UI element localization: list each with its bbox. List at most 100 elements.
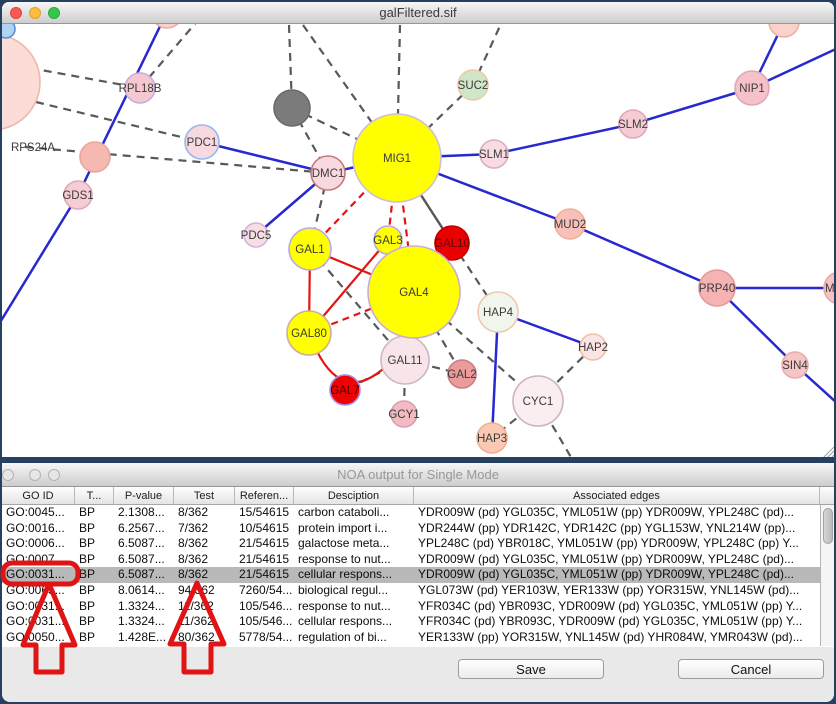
cell-reference: 7260/54... xyxy=(235,583,294,599)
column-header-desciption[interactable]: Desciption xyxy=(294,487,414,504)
cell-associated-edges: YDR009W (pd) YGL035C, YML051W (pp) YDR00… xyxy=(414,505,820,521)
network-node-PDC1: PDC1 xyxy=(185,125,219,159)
network-edge[interactable] xyxy=(633,88,752,124)
network-node-circle[interactable] xyxy=(80,142,110,172)
column-header-associated-edges[interactable]: Associated edges xyxy=(414,487,820,504)
column-header-p-value[interactable]: P-value xyxy=(114,487,174,504)
results-table: GO IDT...P-valueTestReferen...Desciption… xyxy=(2,487,834,647)
cell-associated-edges: YPL248C (pd) YBR018C, YML051W (pp) YDR00… xyxy=(414,536,820,552)
network-node-GCY1: GCY1 xyxy=(388,401,419,427)
network-node-circle[interactable] xyxy=(2,34,40,130)
noa-window-titlebar[interactable]: NOA output for Single Mode xyxy=(2,463,834,487)
table-row[interactable]: GO:0045...BP2.1308...8/36215/54615carbon… xyxy=(2,505,820,521)
network-node-label: GAL7 xyxy=(330,385,359,397)
screen: galFiltered.sif RPL18BRPS24AGDS1PDC1DMC1… xyxy=(0,0,836,704)
cell-go-id: GO:0016... xyxy=(2,521,75,537)
table-row[interactable]: GO:0016...BP6.2567...7/36210/54615protei… xyxy=(2,521,820,537)
cell-associated-edges: YFR034C (pd) YBR093C, YDR009W (pd) YGL03… xyxy=(414,614,820,630)
network-node-circle[interactable] xyxy=(274,90,310,126)
column-header-t-[interactable]: T... xyxy=(75,487,114,504)
network-node-label: HAP3 xyxy=(477,433,507,445)
column-header-referen-[interactable]: Referen... xyxy=(235,487,294,504)
network-node-label: NIP1 xyxy=(739,83,765,95)
network-node-MUD2: MUD2 xyxy=(554,209,587,239)
table-scrollbar-thumb[interactable] xyxy=(823,508,833,544)
cell-p-value: 1.3324... xyxy=(114,599,174,615)
cancel-button[interactable]: Cancel xyxy=(678,659,824,679)
cell-type: BP xyxy=(75,521,114,537)
network-node-MIG1: MIG1 xyxy=(353,114,441,202)
network-node-unlabeled-gray xyxy=(274,90,310,126)
cell-test: 11/362 xyxy=(174,599,235,615)
network-node-GAL2: GAL2 xyxy=(447,360,476,388)
network-node-DMC1: DMC1 xyxy=(311,156,345,190)
cell-reference: 21/54615 xyxy=(235,536,294,552)
cell-type: BP xyxy=(75,630,114,646)
network-node-PRP40: PRP40 xyxy=(699,270,735,306)
network-node-HAP4: HAP4 xyxy=(478,292,518,332)
network-node-SLM1: SLM1 xyxy=(479,140,509,168)
network-edge[interactable] xyxy=(2,195,78,342)
save-button[interactable]: Save xyxy=(458,659,604,679)
column-header-test[interactable]: Test xyxy=(174,487,235,504)
network-edge[interactable] xyxy=(494,124,633,154)
network-edge[interactable] xyxy=(25,147,328,173)
table-row[interactable]: GO:0031...BP1.3324...11/362105/546...res… xyxy=(2,599,820,615)
noa-window-title: NOA output for Single Mode xyxy=(2,463,834,486)
cell-description: cellular respons... xyxy=(294,567,414,583)
cell-reference: 15/54615 xyxy=(235,505,294,521)
table-row[interactable]: GO:0050...BP1.428E...80/3625778/54...reg… xyxy=(2,630,820,646)
cell-p-value: 6.5087... xyxy=(114,567,174,583)
network-node-label: HAP4 xyxy=(483,307,514,319)
cell-go-id: GO:0006... xyxy=(2,536,75,552)
cell-reference: 105/546... xyxy=(235,599,294,615)
table-scrollbar[interactable] xyxy=(820,505,834,646)
cell-test: 94/362 xyxy=(174,583,235,599)
resize-grip-icon[interactable] xyxy=(823,447,834,457)
table-row[interactable]: GO:0031...BP6.5087...8/36221/54615cellul… xyxy=(2,567,820,583)
cell-associated-edges: YFR034C (pd) YBR093C, YDR009W (pd) YGL03… xyxy=(414,599,820,615)
table-row[interactable]: GO:0007...BP6.5087...8/36221/54615respon… xyxy=(2,552,820,568)
cell-type: BP xyxy=(75,583,114,599)
network-window-title: galFiltered.sif xyxy=(2,2,834,23)
cell-p-value: 8.0614... xyxy=(114,583,174,599)
network-node-label: MSL5 xyxy=(825,283,834,295)
network-node-circle[interactable] xyxy=(2,24,15,38)
column-header-go-id[interactable]: GO ID xyxy=(2,487,75,504)
cell-type: BP xyxy=(75,599,114,615)
cell-p-value: 6.5087... xyxy=(114,536,174,552)
network-edge[interactable] xyxy=(570,224,717,288)
table-row[interactable]: GO:0031...BP1.3324...11/362105/546...cel… xyxy=(2,614,820,630)
network-canvas[interactable]: RPL18BRPS24AGDS1PDC1DMC1MIG1SLM1SLM2NIP1… xyxy=(2,24,834,457)
cell-test: 80/362 xyxy=(174,630,235,646)
cell-reference: 105/546... xyxy=(235,614,294,630)
network-node-label: RPS24A xyxy=(11,142,55,154)
network-node-label: GAL1 xyxy=(295,244,324,256)
cell-description: response to nut... xyxy=(294,599,414,615)
network-node-circle[interactable] xyxy=(769,24,799,37)
table-row[interactable]: GO:0006...BP6.5087...8/36221/54615galact… xyxy=(2,536,820,552)
cell-description: response to nut... xyxy=(294,552,414,568)
network-node-label: SLM1 xyxy=(479,149,509,161)
network-node-GDS1: GDS1 xyxy=(62,181,93,209)
table-row[interactable]: GO:0065...BP8.0614...94/3627260/54...bio… xyxy=(2,583,820,599)
cell-type: BP xyxy=(75,614,114,630)
network-node-label: GCY1 xyxy=(388,409,419,421)
cell-description: protein import i... xyxy=(294,521,414,537)
network-window-titlebar[interactable]: galFiltered.sif xyxy=(2,2,834,24)
cell-description: cellular respons... xyxy=(294,614,414,630)
network-node-label: GAL2 xyxy=(447,369,476,381)
network-node-SUC2: SUC2 xyxy=(458,70,489,100)
cell-test: 8/362 xyxy=(174,536,235,552)
cell-go-id: GO:0045... xyxy=(2,505,75,521)
network-node-label: SIN4 xyxy=(782,360,808,372)
cell-p-value: 1.428E... xyxy=(114,630,174,646)
button-bar: Save Cancel xyxy=(2,647,834,702)
cell-go-id: GO:0031... xyxy=(2,614,75,630)
cell-p-value: 1.3324... xyxy=(114,614,174,630)
network-node-label: GAL4 xyxy=(399,287,429,299)
table-body: GO:0045...BP2.1308...8/36215/54615carbon… xyxy=(2,505,820,645)
network-node-circle[interactable] xyxy=(151,24,183,28)
cell-p-value: 6.2567... xyxy=(114,521,174,537)
network-node-GAL4: GAL4 xyxy=(368,246,460,338)
